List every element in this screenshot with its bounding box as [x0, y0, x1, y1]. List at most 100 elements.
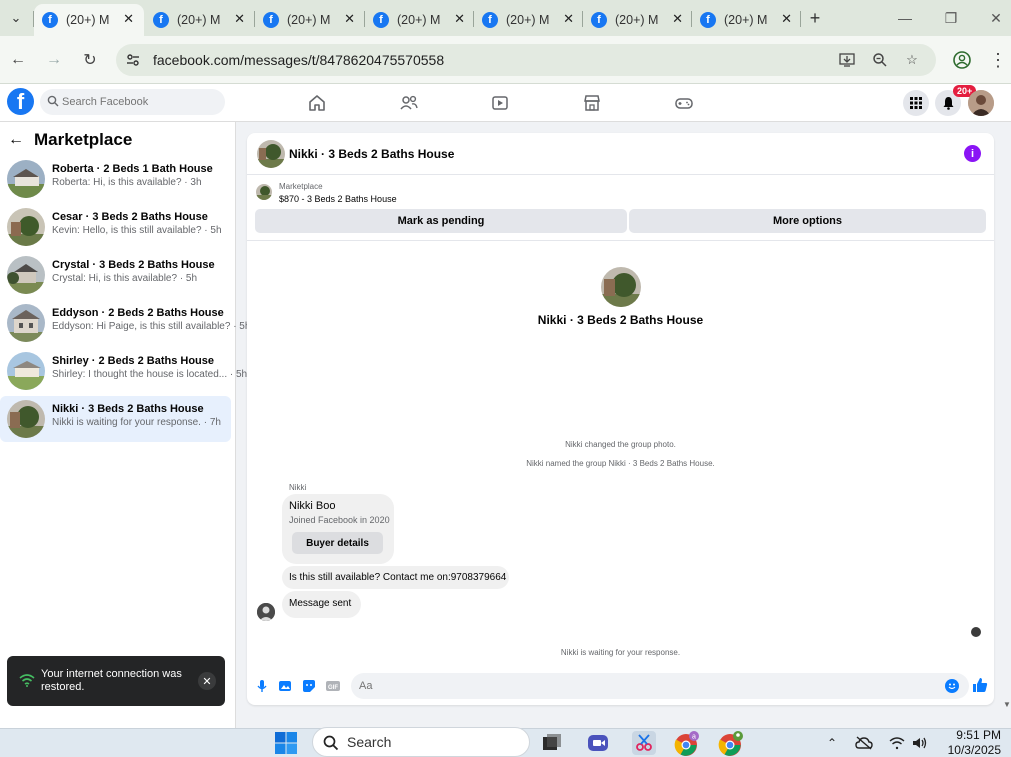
conversation-item-crystal[interactable]: Crystal · 3 Beds 2 Baths House Crystal: …: [0, 252, 231, 298]
facebook-favicon-icon: f: [153, 12, 169, 28]
toast-close-icon[interactable]: ✕: [198, 672, 216, 690]
conversation-item-roberta[interactable]: Roberta · 2 Beds 1 Bath House Roberta: H…: [0, 156, 231, 202]
tab-title: (20+) M: [724, 13, 768, 27]
buyer-card: Nikki Boo Joined Facebook in 2020 Buyer …: [282, 494, 394, 564]
browser-tab-4[interactable]: f (20+) M ✕: [365, 4, 475, 36]
window-close-icon[interactable]: ✕: [984, 6, 1008, 30]
browser-tab-7[interactable]: f (20+) M ✕: [692, 4, 802, 36]
tab-close-icon[interactable]: ✕: [344, 11, 355, 27]
browser-menu-icon[interactable]: ⋮: [986, 48, 1010, 72]
tab-close-icon[interactable]: ✕: [563, 11, 574, 27]
home-icon[interactable]: [307, 93, 327, 113]
photo-icon[interactable]: [278, 679, 292, 693]
tab-close-icon[interactable]: ✕: [123, 11, 134, 27]
conversation-snippet: Kevin: Hello, is this still available? ·…: [52, 225, 222, 236]
tab-close-icon[interactable]: ✕: [234, 11, 245, 27]
conversation-item-nikki[interactable]: Nikki · 3 Beds 2 Baths House Nikki is wa…: [0, 396, 231, 442]
clock-date: 10/3/2025: [947, 743, 1001, 757]
forward-arrow-icon[interactable]: →: [42, 48, 66, 72]
scroll-down-arrow-icon[interactable]: ▼: [1003, 700, 1011, 710]
minimize-icon[interactable]: —: [893, 6, 917, 30]
browser-tab-3[interactable]: f (20+) M ✕: [255, 4, 365, 36]
marketplace-sidebar: ← Marketplace Roberta · 2 Beds 1 Bath Ho…: [0, 122, 250, 728]
tray-overflow-chevron-icon[interactable]: ⌃: [823, 734, 841, 752]
back-arrow-icon[interactable]: ←: [8, 131, 26, 149]
wifi-icon[interactable]: [888, 734, 906, 752]
conversation-title: Nikki · 3 Beds 2 Baths House: [52, 403, 204, 415]
system-clock[interactable]: 9:51 PM 10/3/2025: [937, 728, 1001, 757]
reload-icon[interactable]: ↻: [78, 48, 102, 72]
buyer-name: Nikki Boo: [289, 500, 336, 512]
mark-as-pending-button[interactable]: Mark as pending: [255, 209, 627, 233]
facebook-header: f 20+: [0, 84, 1011, 122]
friends-icon[interactable]: [399, 93, 419, 113]
install-app-icon[interactable]: [838, 51, 856, 69]
site-settings-icon[interactable]: [124, 51, 142, 69]
facebook-search[interactable]: [40, 89, 225, 115]
tab-close-icon[interactable]: ✕: [672, 11, 683, 27]
url-text[interactable]: facebook.com/messages/t/8478620475570558: [153, 52, 444, 68]
task-view-icon[interactable]: [540, 731, 564, 755]
sidebar-header: ← Marketplace: [8, 130, 132, 150]
sender-avatar[interactable]: [257, 603, 275, 621]
onedrive-offline-icon[interactable]: [855, 734, 873, 752]
house-thumbnail: [7, 352, 45, 390]
microphone-icon[interactable]: [255, 679, 269, 693]
chrome-profile-a-icon[interactable]: a: [674, 731, 699, 756]
menu-grid-icon[interactable]: [903, 90, 929, 116]
video-icon[interactable]: [490, 93, 510, 113]
listing-thumbnail[interactable]: [256, 184, 272, 200]
tab-search-chevron-icon[interactable]: ⌄: [4, 6, 28, 30]
new-tab-plus-icon[interactable]: +: [803, 6, 827, 30]
sticker-icon[interactable]: [302, 679, 316, 693]
account-avatar[interactable]: [968, 90, 994, 116]
emoji-icon[interactable]: [945, 679, 959, 693]
svg-text:a: a: [692, 734, 696, 741]
zoom-icon[interactable]: [871, 51, 889, 69]
tab-close-icon[interactable]: ✕: [454, 11, 465, 27]
volume-icon[interactable]: [911, 734, 929, 752]
tab-close-icon[interactable]: ✕: [781, 11, 792, 27]
facebook-search-input[interactable]: [62, 89, 217, 115]
listing-price[interactable]: $870 - 3 Beds 2 Baths House: [279, 194, 397, 204]
chrome-profile-b-icon[interactable]: [718, 731, 743, 756]
conversation-title: Roberta · 2 Beds 1 Bath House: [52, 163, 213, 175]
profile-icon[interactable]: [950, 48, 974, 72]
back-arrow-icon[interactable]: ←: [6, 48, 30, 72]
restore-icon[interactable]: ❐: [939, 6, 963, 30]
conversation-item-shirley[interactable]: Shirley · 2 Beds 2 Baths House Shirley: …: [0, 348, 247, 394]
browser-tab-1[interactable]: f (20+) M ✕: [34, 4, 144, 36]
listing-category: Marketplace: [279, 182, 323, 191]
facebook-logo[interactable]: f: [7, 88, 34, 115]
conversation-item-eddyson[interactable]: Eddyson · 2 Beds 2 Baths House Eddyson: …: [0, 300, 250, 346]
more-options-button[interactable]: More options: [629, 209, 986, 233]
buyer-joined: Joined Facebook in 2020: [289, 515, 390, 525]
info-icon[interactable]: i: [964, 145, 981, 162]
taskbar-search[interactable]: Search: [312, 727, 530, 757]
gaming-icon[interactable]: [674, 93, 694, 113]
house-thumbnail: [7, 160, 45, 198]
marketplace-icon[interactable]: [582, 93, 602, 113]
gif-icon[interactable]: GIF: [326, 679, 340, 693]
facebook-favicon-icon: f: [700, 12, 716, 28]
browser-tab-2[interactable]: f (20+) M ✕: [145, 4, 255, 36]
tab-title: (20+) M: [397, 13, 441, 27]
svg-text:GIF: GIF: [328, 685, 338, 691]
video-chat-app-icon[interactable]: [586, 731, 610, 755]
snipping-tool-icon[interactable]: [632, 731, 656, 755]
message-input[interactable]: [351, 673, 969, 699]
message-bubble: Message sent: [282, 591, 361, 618]
chat-title[interactable]: Nikki · 3 Beds 2 Baths House: [289, 147, 454, 161]
browser-tab-5[interactable]: f (20+) M ✕: [474, 4, 584, 36]
house-thumbnail: [7, 400, 45, 438]
chat-avatar[interactable]: [257, 140, 285, 168]
browser-tab-6[interactable]: f (20+) M ✕: [583, 4, 693, 36]
conversation-item-cesar[interactable]: Cesar · 3 Beds 2 Baths House Kevin: Hell…: [0, 204, 231, 250]
like-thumbs-up-icon[interactable]: [972, 677, 988, 693]
bookmark-star-icon[interactable]: ☆: [903, 51, 921, 69]
windows-start-icon[interactable]: [274, 731, 298, 755]
search-icon: [47, 95, 61, 109]
address-bar[interactable]: facebook.com/messages/t/8478620475570558…: [116, 44, 936, 76]
buyer-details-button[interactable]: Buyer details: [292, 532, 383, 554]
conversation-snippet: Roberta: Hi, is this available? · 3h: [52, 177, 202, 188]
